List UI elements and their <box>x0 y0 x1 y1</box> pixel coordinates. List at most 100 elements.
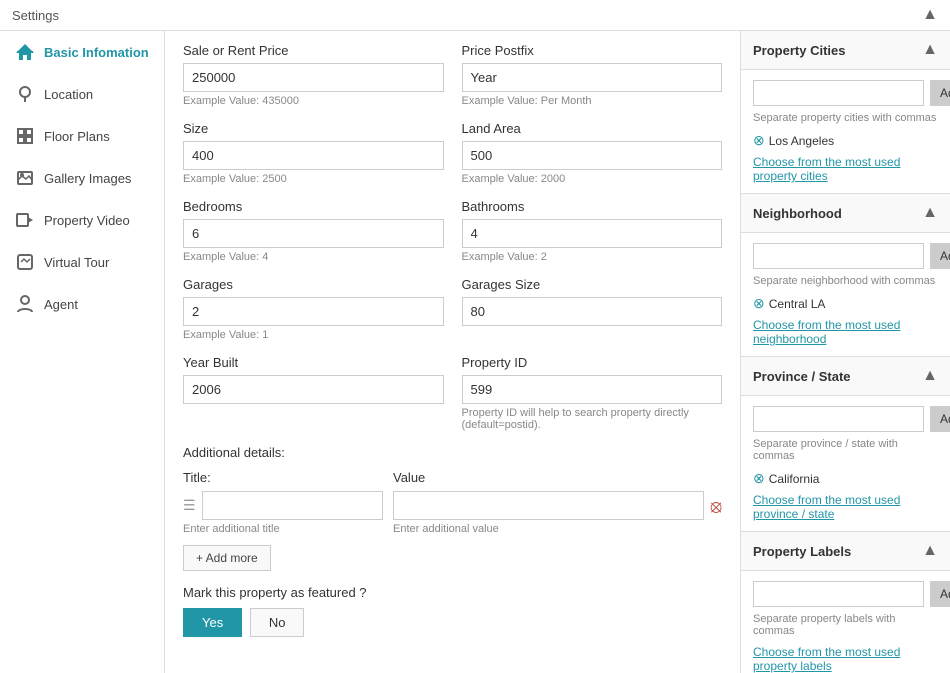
sidebar-item-agent[interactable]: Agent <box>0 283 164 325</box>
bedrooms-example: Example Value: 4 <box>183 251 444 263</box>
property-cities-tag-los-angeles: ⊗ Los Angeles <box>753 132 938 149</box>
featured-yes-button[interactable]: Yes <box>183 608 242 637</box>
property-labels-collapse-icon[interactable]: ▲ <box>922 542 938 560</box>
neighborhood-title: Neighborhood <box>753 206 842 221</box>
california-tag-label: California <box>769 472 820 486</box>
sale-price-input[interactable] <box>183 63 444 92</box>
scroll-top-icon[interactable]: ▲ <box>922 6 938 24</box>
title-input-row: ☰ <box>183 491 383 520</box>
sidebar-item-label: Gallery Images <box>44 171 131 186</box>
sale-price-label: Sale or Rent Price <box>183 43 444 58</box>
neighborhood-section: Neighborhood ▲ Add Separate neighborhood… <box>741 194 950 357</box>
add-more-button[interactable]: + Add more <box>183 545 271 571</box>
neighborhood-input[interactable] <box>753 243 924 269</box>
drag-handle-icon[interactable]: ☰ <box>183 497 196 514</box>
sidebar-item-floor-plans[interactable]: Floor Plans <box>0 115 164 157</box>
province-state-collapse-icon[interactable]: ▲ <box>922 367 938 385</box>
property-labels-hint: Separate property labels with commas <box>753 613 938 637</box>
price-postfix-input[interactable] <box>462 63 723 92</box>
bedrooms-input[interactable] <box>183 219 444 248</box>
property-cities-section: Property Cities ▲ Add Separate property … <box>741 31 950 194</box>
gallery-icon <box>14 167 36 189</box>
additional-value-input[interactable] <box>393 491 704 520</box>
province-state-add-button[interactable]: Add <box>930 406 950 432</box>
featured-no-button[interactable]: No <box>250 608 305 637</box>
year-built-input[interactable] <box>183 375 444 404</box>
remove-los-angeles-icon[interactable]: ⊗ <box>753 132 765 149</box>
sale-price-group: Sale or Rent Price Example Value: 435000 <box>183 43 444 107</box>
garages-input[interactable] <box>183 297 444 326</box>
size-label: Size <box>183 121 444 136</box>
province-state-section: Province / State ▲ Add Separate province… <box>741 357 950 532</box>
sidebar-item-gallery-images[interactable]: Gallery Images <box>0 157 164 199</box>
floor-icon <box>14 125 36 147</box>
year-built-group: Year Built <box>183 355 444 431</box>
property-id-label: Property ID <box>462 355 723 370</box>
bedrooms-group: Bedrooms Example Value: 4 <box>183 199 444 263</box>
property-labels-input[interactable] <box>753 581 924 607</box>
property-cities-input[interactable] <box>753 80 924 106</box>
province-state-hint: Separate province / state with commas <box>753 438 938 462</box>
province-state-link[interactable]: Choose from the most used province / sta… <box>753 493 938 521</box>
province-state-input[interactable] <box>753 406 924 432</box>
bedrooms-label: Bedrooms <box>183 199 444 214</box>
land-area-example: Example Value: 2000 <box>462 173 723 185</box>
garages-label: Garages <box>183 277 444 292</box>
neighborhood-body: Add Separate neighborhood with commas ⊗ … <box>741 233 950 356</box>
neighborhood-link[interactable]: Choose from the most used neighborhood <box>753 318 938 346</box>
remove-row-button[interactable]: ⦻ <box>710 497 722 515</box>
sidebar-item-label: Floor Plans <box>44 129 110 144</box>
province-state-input-row: Add <box>753 406 938 432</box>
garages-size-label: Garages Size <box>462 277 723 292</box>
property-labels-link[interactable]: Choose from the most used property label… <box>753 645 938 673</box>
property-cities-body: Add Separate property cities with commas… <box>741 70 950 193</box>
property-labels-add-button[interactable]: Add <box>930 581 950 607</box>
property-cities-link[interactable]: Choose from the most used property citie… <box>753 155 938 183</box>
property-cities-collapse-icon[interactable]: ▲ <box>922 41 938 59</box>
bathrooms-input[interactable] <box>462 219 723 248</box>
property-cities-add-button[interactable]: Add <box>930 80 950 106</box>
neighborhood-collapse-icon[interactable]: ▲ <box>922 204 938 222</box>
garages-group: Garages Example Value: 1 <box>183 277 444 341</box>
land-area-label: Land Area <box>462 121 723 136</box>
sidebar-item-virtual-tour[interactable]: Virtual Tour <box>0 241 164 283</box>
price-postfix-example: Example Value: Per Month <box>462 95 723 107</box>
property-labels-input-row: Add <box>753 581 938 607</box>
garages-row: Garages Example Value: 1 Garages Size <box>183 277 722 341</box>
property-id-input[interactable] <box>462 375 723 404</box>
remove-central-la-icon[interactable]: ⊗ <box>753 295 765 312</box>
size-input[interactable] <box>183 141 444 170</box>
title-hint: Enter additional title <box>183 523 383 535</box>
additional-title-input[interactable] <box>202 491 383 520</box>
price-postfix-group: Price Postfix Example Value: Per Month <box>462 43 723 107</box>
sidebar-item-label: Property Video <box>44 213 130 228</box>
neighborhood-add-button[interactable]: Add <box>930 243 950 269</box>
beds-baths-row: Bedrooms Example Value: 4 Bathrooms Exam… <box>183 199 722 263</box>
agent-icon <box>14 293 36 315</box>
province-state-body: Add Separate province / state with comma… <box>741 396 950 531</box>
property-id-group: Property ID Property ID will help to sea… <box>462 355 723 431</box>
price-postfix-label: Price Postfix <box>462 43 723 58</box>
price-row: Sale or Rent Price Example Value: 435000… <box>183 43 722 107</box>
sidebar-item-basic-information[interactable]: Basic Infomation <box>0 31 164 73</box>
central-la-tag-label: Central LA <box>769 297 826 311</box>
sidebar-item-label: Location <box>44 87 93 102</box>
sidebar-item-label: Basic Infomation <box>44 45 149 60</box>
size-row: Size Example Value: 2500 Land Area Examp… <box>183 121 722 185</box>
property-cities-title: Property Cities <box>753 43 845 58</box>
details-columns: Title: ☰ Enter additional title Value <box>183 470 722 535</box>
sidebar: Basic Infomation Location <box>0 31 165 673</box>
property-cities-header: Property Cities ▲ <box>741 31 950 70</box>
year-id-row: Year Built Property ID Property ID will … <box>183 355 722 431</box>
right-panel: Property Cities ▲ Add Separate property … <box>740 31 950 673</box>
value-col-header: Value <box>393 470 722 485</box>
sidebar-item-property-video[interactable]: Property Video <box>0 199 164 241</box>
garages-size-input[interactable] <box>462 297 723 326</box>
remove-california-icon[interactable]: ⊗ <box>753 470 765 487</box>
sidebar-item-location[interactable]: Location <box>0 73 164 115</box>
value-hint: Enter additional value <box>393 523 722 535</box>
land-area-input[interactable] <box>462 141 723 170</box>
province-state-tag-california: ⊗ California <box>753 470 938 487</box>
property-labels-title: Property Labels <box>753 544 851 559</box>
featured-row: Mark this property as featured ? Yes No <box>183 585 722 637</box>
